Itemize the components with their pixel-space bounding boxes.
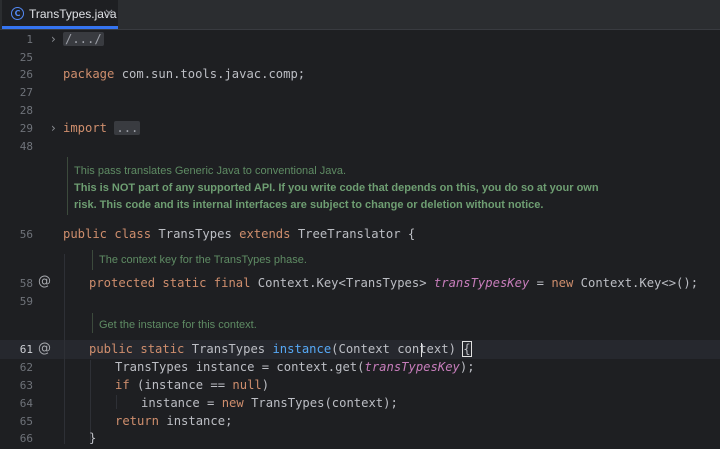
javadoc-rendered: This pass translates Generic Java to con…: [67, 157, 599, 215]
active-tab-indicator: [2, 26, 118, 29]
chevron-right-icon[interactable]: ›: [51, 32, 56, 46]
javadoc-rendered: The context key for the TransTypes phase…: [92, 250, 307, 270]
line-number: 29: [19, 122, 33, 135]
line-number: 64: [19, 397, 33, 410]
line-number-current: 61: [19, 343, 33, 356]
code-line: }: [89, 431, 97, 445]
override-icon[interactable]: @: [38, 341, 51, 356]
line-number: 63: [19, 379, 33, 392]
code-line-current: public static TransTypes instance(Contex…: [89, 341, 472, 357]
code-line: protected static final Context.Key<Trans…: [89, 276, 699, 290]
line-number: 66: [19, 432, 33, 445]
indent-guide: [116, 395, 117, 409]
chevron-right-icon[interactable]: ›: [51, 121, 56, 135]
override-icon[interactable]: @: [38, 274, 51, 289]
code-line: return instance;: [115, 414, 233, 428]
text-caret: [421, 343, 422, 357]
line-number: 62: [19, 361, 33, 374]
folded-region[interactable]: ...: [114, 121, 141, 135]
code-line: /.../: [63, 32, 104, 46]
close-icon[interactable]: ×: [104, 6, 114, 20]
line-number: 58: [19, 277, 33, 290]
code-line: public class TransTypes extends TreeTran…: [63, 227, 416, 241]
indent-guide: [64, 254, 65, 444]
code-line: import ...: [63, 121, 141, 135]
code-line: TransTypes instance = context.get(transT…: [115, 360, 475, 374]
code-line: instance = new TransTypes(context);: [141, 396, 398, 410]
line-number: 27: [19, 86, 33, 99]
line-number: 56: [19, 228, 33, 241]
javadoc-rendered: Get the instance for this context.: [92, 313, 257, 333]
folded-region[interactable]: /.../: [63, 32, 104, 46]
line-number: 25: [19, 51, 33, 64]
line-number: 59: [19, 295, 33, 308]
code-editor[interactable]: 1 25 26 27 28 29 48 56 58 59 61 62 63 64…: [0, 30, 720, 449]
line-number: 1: [26, 33, 33, 46]
line-number: 65: [19, 415, 33, 428]
line-number: 48: [19, 140, 33, 153]
line-number: 26: [19, 68, 33, 81]
java-class-icon: C: [11, 7, 24, 20]
tab-transtypes-java[interactable]: C TransTypes.java ×: [2, 0, 118, 29]
line-number: 28: [19, 104, 33, 117]
matched-brace: {: [462, 341, 472, 357]
code-line: if (instance == null): [115, 378, 270, 392]
editor-tab-bar: C TransTypes.java ×: [0, 0, 720, 30]
code-line: package com.sun.tools.javac.comp;: [63, 67, 306, 81]
